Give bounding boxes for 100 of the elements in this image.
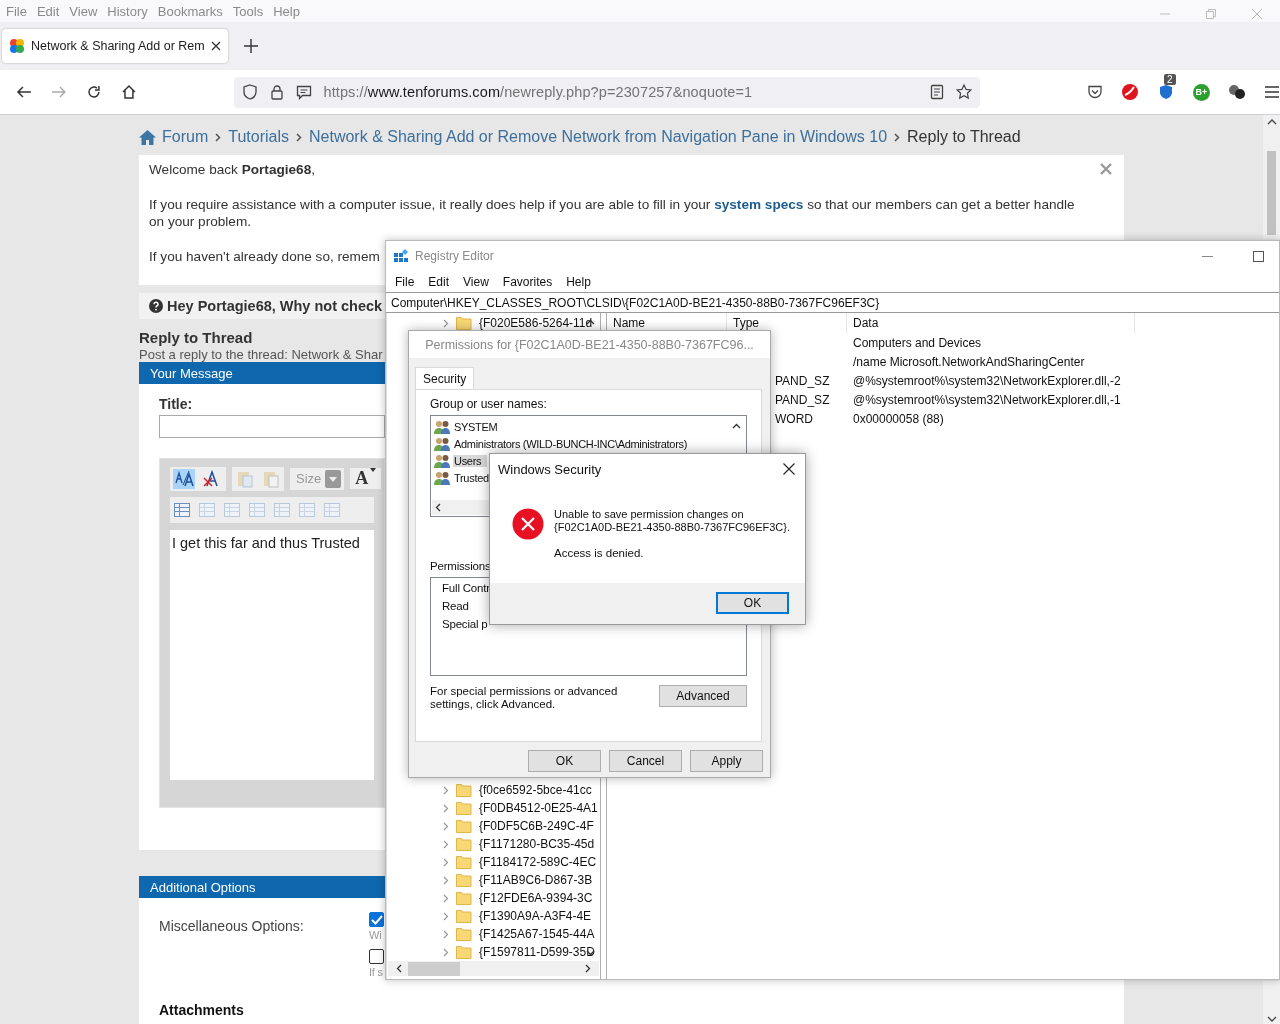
table-cell-text: 0x00000058 (88)	[852, 411, 945, 426]
menu-item[interactable]: File	[388, 274, 422, 289]
restore-icon[interactable]	[1205, 7, 1217, 20]
back-icon[interactable]	[16, 84, 32, 100]
close-icon[interactable]	[210, 41, 221, 51]
scroll-right-icon[interactable]	[585, 964, 591, 973]
ok-button[interactable]: OK	[716, 592, 789, 614]
pocket-icon[interactable]	[1087, 84, 1103, 100]
scrollbar[interactable]	[1263, 115, 1280, 239]
menu-item[interactable]: Favorites	[495, 274, 560, 289]
tab[interactable]: Security	[415, 367, 475, 389]
error-detail: Access is denied.	[554, 547, 645, 559]
forward-icon[interactable]	[50, 84, 67, 100]
tree-item[interactable]: {f0ce6592-5bce-41cc	[479, 783, 592, 797]
option-description: Wi	[369, 929, 383, 941]
options-label: Miscellaneous Options:	[159, 918, 304, 934]
message-icon	[295, 84, 312, 100]
title-field[interactable]	[159, 415, 385, 438]
maximize-icon[interactable]	[1253, 250, 1264, 262]
user-item[interactable]: Administrators (WILD-BUNCH-INC\Administrators)	[453, 437, 689, 450]
registry-icon	[393, 248, 409, 264]
shield-extension-icon[interactable]	[1157, 83, 1175, 101]
user-item[interactable]: SYSTEM	[453, 420, 499, 433]
table-cell-text: Computers and Devices	[852, 335, 983, 350]
close-icon[interactable]	[783, 463, 795, 475]
scroll-up-icon[interactable]	[1266, 119, 1277, 125]
text-format-icon[interactable]	[173, 468, 195, 489]
balls-icon[interactable]	[1228, 84, 1246, 100]
folder-icon	[456, 837, 472, 851]
scroll-left-icon[interactable]	[396, 964, 402, 973]
section-heading: Reply to Thread	[139, 329, 253, 346]
reader-view-icon[interactable]	[930, 84, 944, 100]
extension-icon[interactable]	[1121, 83, 1139, 101]
tree-item[interactable]: {F1171280-BC35-45d	[479, 837, 595, 851]
scrollbar[interactable]	[388, 961, 599, 976]
folder-icon	[456, 945, 472, 959]
permission-item: Special p	[442, 618, 489, 632]
tree-item[interactable]: {F11AB9C6-D867-3B	[479, 873, 593, 887]
tree-item[interactable]: {F1184172-589C-4EC	[479, 855, 597, 869]
tree-item[interactable]: {F020E586-5264-11d	[479, 316, 593, 330]
scroll-up-icon[interactable]	[732, 423, 741, 429]
table-tool-icon[interactable]	[173, 502, 191, 518]
folder-icon	[456, 927, 472, 941]
new-tab-icon[interactable]	[243, 39, 258, 53]
scroll-down-icon[interactable]	[1266, 1016, 1277, 1022]
address-bar[interactable]: https://www.tenforums.com/newreply.php?p=2307257&noquote=1	[233, 76, 980, 108]
address-field[interactable]: Computer\HKEY_CLASSES_ROOT\CLSID\{F02C1A0D-BE21-4350-88B0-7367FC96EF3C}	[386, 292, 1279, 313]
menu-item[interactable]: View	[456, 274, 496, 289]
section-heading: Attachments	[159, 1002, 244, 1018]
menu-icon[interactable]	[1264, 85, 1280, 99]
checkbox[interactable]	[369, 912, 384, 927]
menu-item[interactable]: Help	[559, 274, 598, 289]
breadcrumb-link[interactable]: Network & Sharing Add or Remove Network from Navigation Pane in Windows 10	[309, 128, 888, 146]
advanced-button[interactable]: Advanced	[659, 685, 747, 707]
breadcrumb-current: Reply to Thread	[907, 128, 1021, 146]
table-cell-text: @%systemroot%\system32\NetworkExplorer.dll,-1	[852, 392, 1122, 407]
users-icon	[434, 436, 451, 451]
browser-tab[interactable]: Network & Sharing Add or Rem	[2, 29, 228, 63]
reload-icon[interactable]	[85, 84, 102, 100]
tree-item[interactable]: {F1425A67-1545-44A	[479, 927, 595, 941]
user-item[interactable]: Trusted	[453, 471, 490, 484]
chevron-icon	[894, 132, 901, 142]
notification-badge: 2	[1164, 74, 1176, 85]
dialog-button[interactable]: Apply	[690, 750, 763, 772]
font-button[interactable]: A	[350, 468, 382, 489]
option-description: If s	[369, 966, 384, 978]
users-icon	[434, 453, 451, 468]
dialog-button[interactable]: Cancel	[609, 750, 682, 772]
permission-item: Full Contr	[442, 582, 491, 596]
caret-icon	[370, 468, 377, 472]
home-icon	[139, 129, 156, 145]
tree-item[interactable]: {F0DF5C6B-249C-4F	[479, 819, 594, 833]
shield-icon	[241, 84, 258, 100]
dialog-button[interactable]: OK	[528, 750, 601, 772]
user-item[interactable]: Users	[453, 454, 488, 467]
dialog-title: Windows Security	[498, 461, 602, 477]
expand-icon[interactable]	[443, 318, 449, 328]
star-icon[interactable]	[956, 84, 972, 100]
folder-icon	[456, 801, 472, 815]
tree-item[interactable]: {F1390A9A-A3F4-4E	[479, 909, 592, 923]
tree-item[interactable]: {F0DB4512-0E25-4A1	[479, 801, 598, 815]
message-field[interactable]: I get this far and thus Trusted	[170, 530, 374, 780]
breadcrumb-link[interactable]: Tutorials	[228, 128, 289, 146]
breadcrumb-link[interactable]: Forum	[162, 128, 209, 146]
checkbox[interactable]	[369, 949, 384, 964]
menu-item[interactable]: Edit	[421, 274, 457, 289]
system-specs-link[interactable]: system specs	[714, 197, 804, 212]
folder-icon	[456, 891, 472, 905]
scroll-down-icon[interactable]	[586, 950, 595, 956]
scrollbar[interactable]	[1263, 981, 1280, 1024]
question-icon	[149, 299, 163, 313]
folder-icon	[456, 855, 472, 869]
users-icon	[434, 470, 451, 485]
error-icon	[512, 508, 544, 540]
column-header[interactable]: Data	[847, 313, 1135, 333]
scroll-left-icon[interactable]	[435, 503, 441, 512]
tree-item[interactable]: {F1597811-D599-35D	[479, 945, 595, 959]
home-icon[interactable]	[120, 84, 137, 100]
title-label: Title:	[159, 396, 193, 412]
folder-icon	[456, 819, 472, 833]
